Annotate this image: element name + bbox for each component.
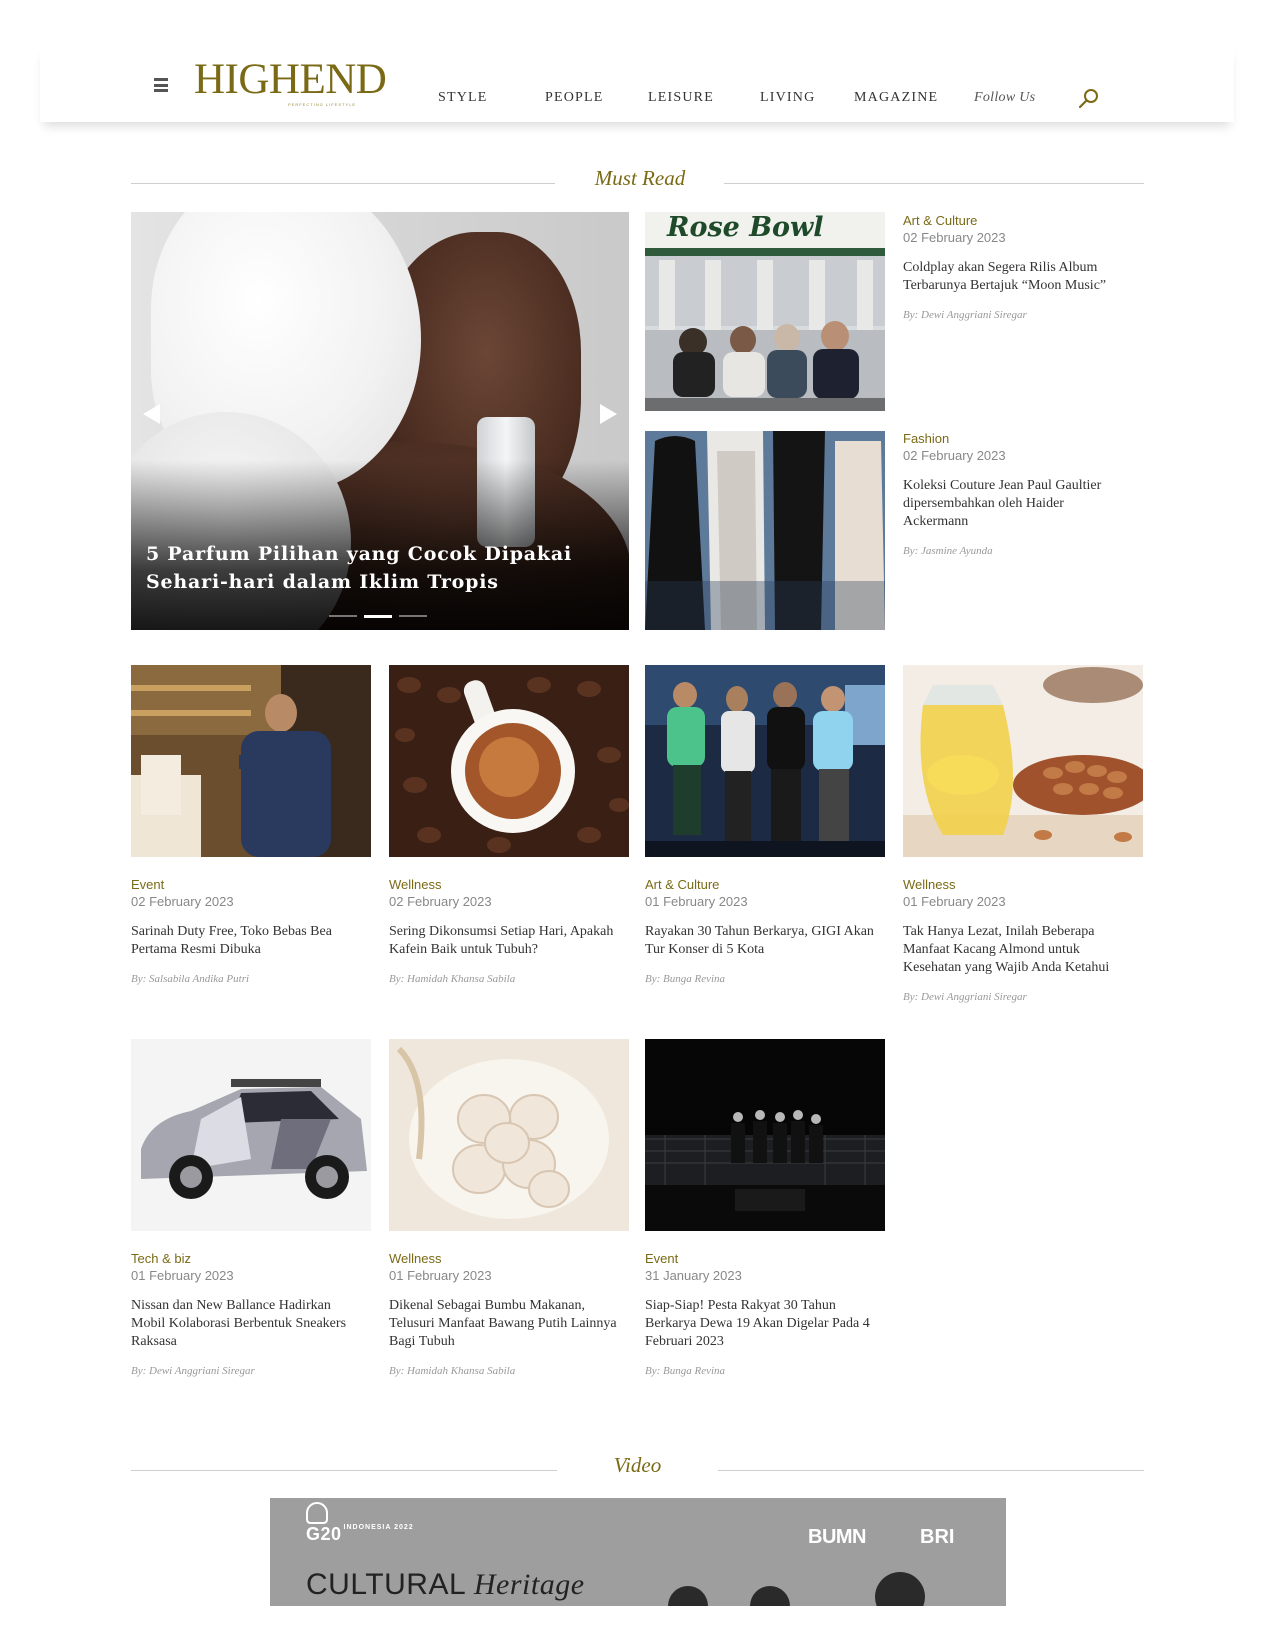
nav-leisure[interactable]: LEISURE xyxy=(648,90,714,106)
article-author: By: Jasmine Ayunda xyxy=(903,545,993,557)
article-image-coldplay[interactable]: Rose Bowl xyxy=(645,212,885,411)
article-title[interactable]: Tak Hanya Lezat, Inilah Beberapa Manfaat… xyxy=(903,923,1133,977)
rose-bowl-sign: Rose Bowl xyxy=(667,212,824,243)
article-author: By: Hamidah Khansa Sabila xyxy=(389,973,516,985)
article-date: 02 February 2023 xyxy=(903,230,1006,245)
section-divider-left xyxy=(131,183,555,184)
article-category[interactable]: Tech & biz xyxy=(131,1251,191,1266)
article-category[interactable]: Art & Culture xyxy=(903,213,977,228)
article-date: 02 February 2023 xyxy=(389,894,492,909)
article-image-nissan[interactable] xyxy=(131,1039,371,1231)
article-title[interactable]: Dikenal Sebagai Bumbu Makanan, Telusuri … xyxy=(389,1297,629,1351)
article-author: By: Bunga Revina xyxy=(645,973,726,985)
article-title[interactable]: Rayakan 30 Tahun Berkarya, GIGI Akan Tur… xyxy=(645,923,881,959)
article-image-almond[interactable] xyxy=(903,665,1143,857)
video-caption: CULTURAL Heritage xyxy=(306,1568,585,1601)
article-title[interactable]: Siap-Siap! Pesta Rakyat 30 Tahun Berkary… xyxy=(645,1297,877,1351)
hamburger-menu-icon[interactable] xyxy=(154,78,168,92)
article-date: 31 January 2023 xyxy=(645,1268,742,1283)
article-title[interactable]: Koleksi Couture Jean Paul Gaultier diper… xyxy=(903,477,1123,531)
hero-title[interactable]: 5 Parfum Pilihan yang Cocok Dipakai Seha… xyxy=(146,540,586,596)
article-author: By: Dewi Anggriani Siregar xyxy=(903,991,1027,1003)
g20-emblem-icon xyxy=(306,1502,328,1524)
article-date: 02 February 2023 xyxy=(903,448,1006,463)
hero-slider[interactable]: 5 Parfum Pilihan yang Cocok Dipakai Seha… xyxy=(131,212,629,630)
g20-logo: G20 INDONESIA 2022 xyxy=(306,1524,414,1544)
slider-dot[interactable] xyxy=(399,615,427,617)
article-category[interactable]: Art & Culture xyxy=(645,877,719,892)
article-date: 02 February 2023 xyxy=(131,894,234,909)
nav-people[interactable]: PEOPLE xyxy=(545,90,604,106)
article-date: 01 February 2023 xyxy=(903,894,1006,909)
video-heading: Video xyxy=(613,1453,662,1477)
bri-logo: BRI xyxy=(920,1526,955,1548)
article-category[interactable]: Fashion xyxy=(903,431,949,446)
article-author: By: Salsabila Andika Putri xyxy=(131,973,250,985)
article-author: By: Dewi Anggriani Siregar xyxy=(131,1365,255,1377)
article-title[interactable]: Nissan dan New Ballance Hadirkan Mobil K… xyxy=(131,1297,363,1351)
nav-magazine[interactable]: MAGAZINE xyxy=(854,90,938,106)
nav-living[interactable]: LIVING xyxy=(760,90,815,106)
arrow-right-icon[interactable] xyxy=(600,404,617,424)
article-date: 01 February 2023 xyxy=(645,894,748,909)
section-divider-left xyxy=(131,1470,557,1471)
must-read-heading: Must Read xyxy=(594,166,686,190)
article-category[interactable]: Wellness xyxy=(389,877,442,892)
article-image-fashion[interactable] xyxy=(645,431,885,630)
video-thumbnail[interactable]: G20 INDONESIA 2022 BUMN BRI CULTURAL Heri… xyxy=(270,1498,1006,1606)
article-category[interactable]: Event xyxy=(645,1251,678,1266)
article-author: By: Bunga Revina xyxy=(645,1365,726,1377)
follow-us-link[interactable]: Follow Us xyxy=(974,90,1035,106)
article-author: By: Hamidah Khansa Sabila xyxy=(389,1365,516,1377)
article-author: By: Dewi Anggriani Siregar xyxy=(903,309,1027,321)
slider-dot-active[interactable] xyxy=(364,614,392,618)
nav-style[interactable]: STYLE xyxy=(438,90,488,106)
article-image-gigi[interactable] xyxy=(645,665,885,857)
article-title[interactable]: Sarinah Duty Free, Toko Bebas Bea Pertam… xyxy=(131,923,367,959)
article-category[interactable]: Wellness xyxy=(903,877,956,892)
article-date: 01 February 2023 xyxy=(389,1268,492,1283)
article-title[interactable]: Coldplay akan Segera Rilis Album Terbaru… xyxy=(903,259,1123,295)
section-divider-right xyxy=(724,183,1144,184)
search-icon[interactable] xyxy=(1078,88,1100,110)
slider-dot[interactable] xyxy=(329,615,357,617)
article-category[interactable]: Wellness xyxy=(389,1251,442,1266)
arrow-left-icon[interactable] xyxy=(143,404,160,424)
site-header: HIGHEND PERFECTING LIFESTYLE STYLE PEOPL… xyxy=(40,44,1234,122)
article-image-sarinah[interactable] xyxy=(131,665,371,857)
article-title[interactable]: Sering Dikonsumsi Setiap Hari, Apakah Ka… xyxy=(389,923,625,959)
logo-tagline: PERFECTING LIFESTYLE xyxy=(288,102,357,107)
article-date: 01 February 2023 xyxy=(131,1268,234,1283)
article-category[interactable]: Event xyxy=(131,877,164,892)
section-divider-right xyxy=(718,1470,1144,1471)
site-logo[interactable]: HIGHEND xyxy=(194,58,387,101)
article-image-coffee[interactable] xyxy=(389,665,629,857)
article-image-dewa19[interactable] xyxy=(645,1039,885,1231)
article-image-garlic[interactable] xyxy=(389,1039,629,1231)
bumn-logo: BUMN xyxy=(808,1526,867,1548)
